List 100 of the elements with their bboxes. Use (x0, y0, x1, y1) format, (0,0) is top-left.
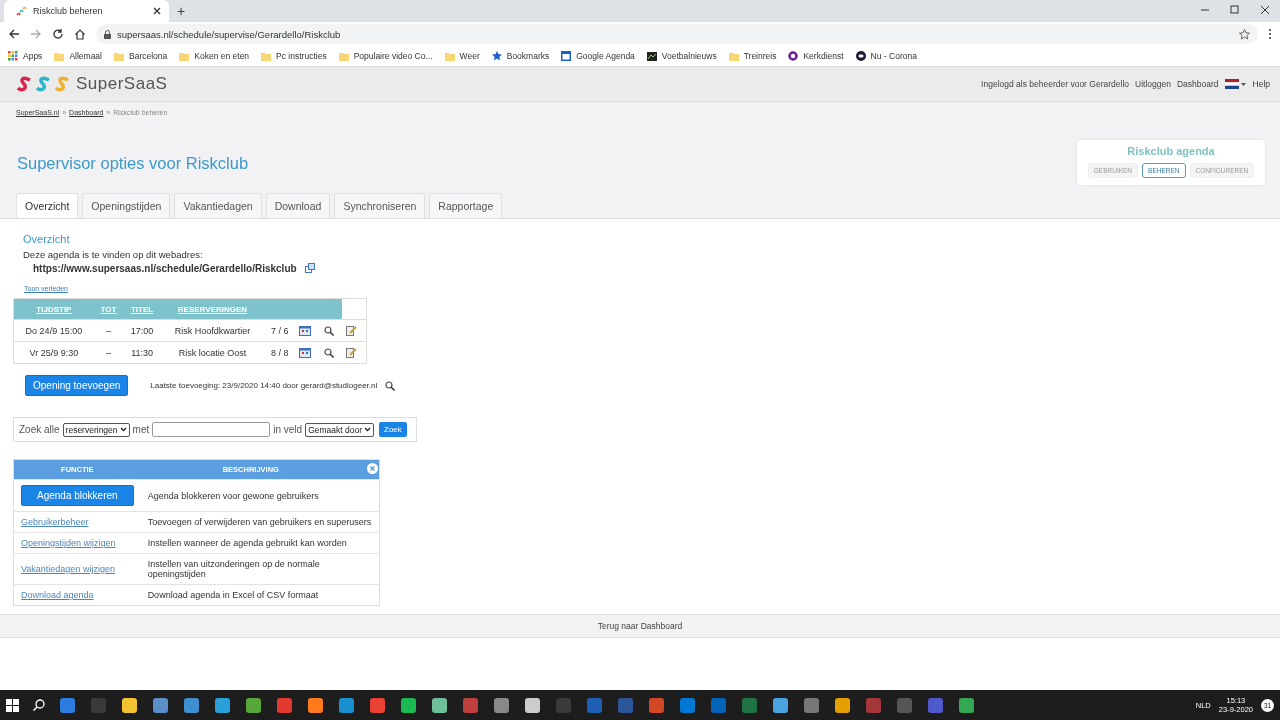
app-icon[interactable] (369, 696, 386, 714)
dot-icon (855, 51, 866, 61)
flag-dropdown-icon[interactable] (1224, 79, 1247, 89)
site-icon (646, 51, 657, 61)
tab[interactable]: Rapportage (429, 193, 503, 218)
folder-icon (444, 51, 455, 61)
star-icon (491, 51, 502, 61)
bookmark-link[interactable]: Pc instructies (276, 51, 327, 61)
table-cell: 17:00 (123, 319, 161, 342)
function-description: Instellen wanneer de agenda gebruikt kan worden (140, 532, 380, 554)
edit-icon[interactable] (346, 347, 358, 358)
table-cell: Do 24/9 15:00 (13, 319, 94, 342)
table-cell: 8 / 8 (264, 341, 296, 364)
folder-icon (261, 51, 272, 61)
edit-icon[interactable] (346, 325, 358, 336)
bookmark-link[interactable]: Google Agenda (576, 51, 635, 61)
header-link[interactable]: Uitloggen (1135, 79, 1171, 89)
bookmark-link[interactable]: Koken en eten (194, 51, 250, 61)
search-button[interactable]: Zoek (379, 422, 407, 437)
app-icon[interactable] (493, 696, 510, 714)
calendar-icon (561, 51, 572, 61)
bookmark-link[interactable]: Allemaal (69, 51, 102, 61)
address-bar[interactable]: supersaas.nl/schedule/supervise/Gerardello/Riskclub (96, 24, 1258, 44)
app-icon[interactable] (431, 696, 448, 714)
bookmark-link[interactable]: Populaire video Co... (353, 51, 433, 61)
table-cell: 7 / 6 (264, 319, 296, 342)
function-link[interactable]: Download agenda (21, 590, 94, 600)
caret-icon (119, 427, 127, 432)
app-icon[interactable] (524, 696, 541, 714)
folder-icon (338, 51, 349, 61)
bookmark-link[interactable]: Barcelona (129, 51, 168, 61)
type-select[interactable]: reserveringen (62, 422, 130, 437)
windows-start-icon[interactable] (6, 698, 19, 712)
reload-icon[interactable] (52, 28, 64, 40)
tab[interactable]: Overzicht (16, 193, 79, 218)
schedule-url: https://www.supersaas.nl/schedule/Gerardello/Riskclub (33, 263, 297, 274)
tab[interactable]: Vakantiedagen (174, 193, 262, 218)
search-icon[interactable] (324, 325, 335, 336)
app-icon[interactable] (400, 696, 417, 714)
table-cell: – (93, 319, 124, 342)
search-icon[interactable] (324, 347, 335, 358)
bookmark-link[interactable]: Voetbalnieuws (661, 51, 717, 61)
help-link[interactable]: Help (1252, 79, 1270, 89)
app-icon[interactable] (152, 696, 169, 714)
header-link[interactable]: Dashboard (1176, 79, 1219, 89)
external-link-icon[interactable] (304, 263, 316, 274)
back-icon[interactable] (8, 28, 20, 40)
bookmark-link[interactable]: Bookmarks (506, 51, 550, 61)
app-icon[interactable] (214, 696, 231, 714)
search-field[interactable] (152, 422, 271, 437)
ring-icon (788, 51, 799, 61)
logo-text: SuperSaaS (76, 74, 168, 94)
bookmark-link[interactable]: Weer (459, 51, 480, 61)
tab[interactable]: Openingstijden (82, 193, 171, 218)
function-description: Toevoegen of verwijderen van gebruikers en superusers (140, 511, 380, 533)
last-added-text: Laatste toevoeging: 23/9/2020 14:40 door gerard@studiogeer.nl (150, 381, 378, 390)
menu-icon[interactable] (1268, 28, 1272, 40)
table-cell: 11:30 (123, 341, 161, 364)
table-cell: Risk Hoofdkwartier (160, 319, 264, 342)
logo-icon (16, 76, 72, 92)
block-agenda-button[interactable]: Agenda blokkeren (21, 485, 134, 506)
tab[interactable]: Download (265, 193, 331, 218)
function-link[interactable]: Vakantiedagen wijzigen (21, 564, 115, 574)
field-select[interactable]: Gemaakt door (305, 422, 374, 437)
login-info: Ingelogd als beheerder voor Gerardello (981, 79, 1129, 89)
search-icon[interactable] (385, 380, 396, 391)
calendar-icon[interactable] (299, 325, 312, 336)
bookmark-link[interactable]: Apps (23, 51, 43, 61)
add-opening-button[interactable]: Opening toevoegen (25, 375, 129, 396)
caret-icon (364, 427, 371, 432)
search-label: in veld (273, 424, 303, 435)
function-link[interactable]: Openingstijden wijzigen (21, 538, 116, 548)
intro-text: Deze agenda is te vinden op dit webadres: (23, 249, 204, 260)
calendar-icon[interactable] (299, 347, 312, 358)
bookmark-link[interactable]: Kerkdienst (803, 51, 844, 61)
folder-icon (179, 51, 190, 61)
app-icon[interactable] (772, 696, 789, 714)
favicon-icon (16, 5, 27, 17)
new-tab-button[interactable]: + (177, 3, 186, 19)
close-icon[interactable] (153, 7, 161, 15)
bookmark-link[interactable]: Nu - Corona (870, 51, 917, 61)
folder-icon (114, 51, 124, 61)
folder-icon (728, 51, 739, 61)
search-icon[interactable] (33, 699, 45, 711)
home-icon[interactable] (74, 28, 86, 40)
agenda-card-title: Riskclub agenda (1126, 145, 1216, 157)
apps-grid-icon (8, 51, 18, 61)
app-icon[interactable] (834, 696, 851, 714)
app-icon[interactable] (121, 696, 138, 714)
app-icon[interactable] (307, 696, 324, 714)
function-link[interactable]: Gebruikerbeheer (21, 517, 89, 527)
app-icon[interactable] (245, 696, 262, 714)
table-cell: Vr 25/9 9:30 (13, 341, 94, 364)
app-icon[interactable] (183, 696, 200, 714)
back-to-dashboard-link[interactable]: Terug naar Dashboard (597, 621, 683, 631)
app-icon[interactable] (958, 696, 975, 714)
bookmark-link[interactable]: Treinreis (743, 51, 777, 61)
star-icon[interactable] (1239, 28, 1250, 40)
tab[interactable]: Synchroniseren (334, 193, 426, 218)
app-icon[interactable] (338, 696, 355, 714)
